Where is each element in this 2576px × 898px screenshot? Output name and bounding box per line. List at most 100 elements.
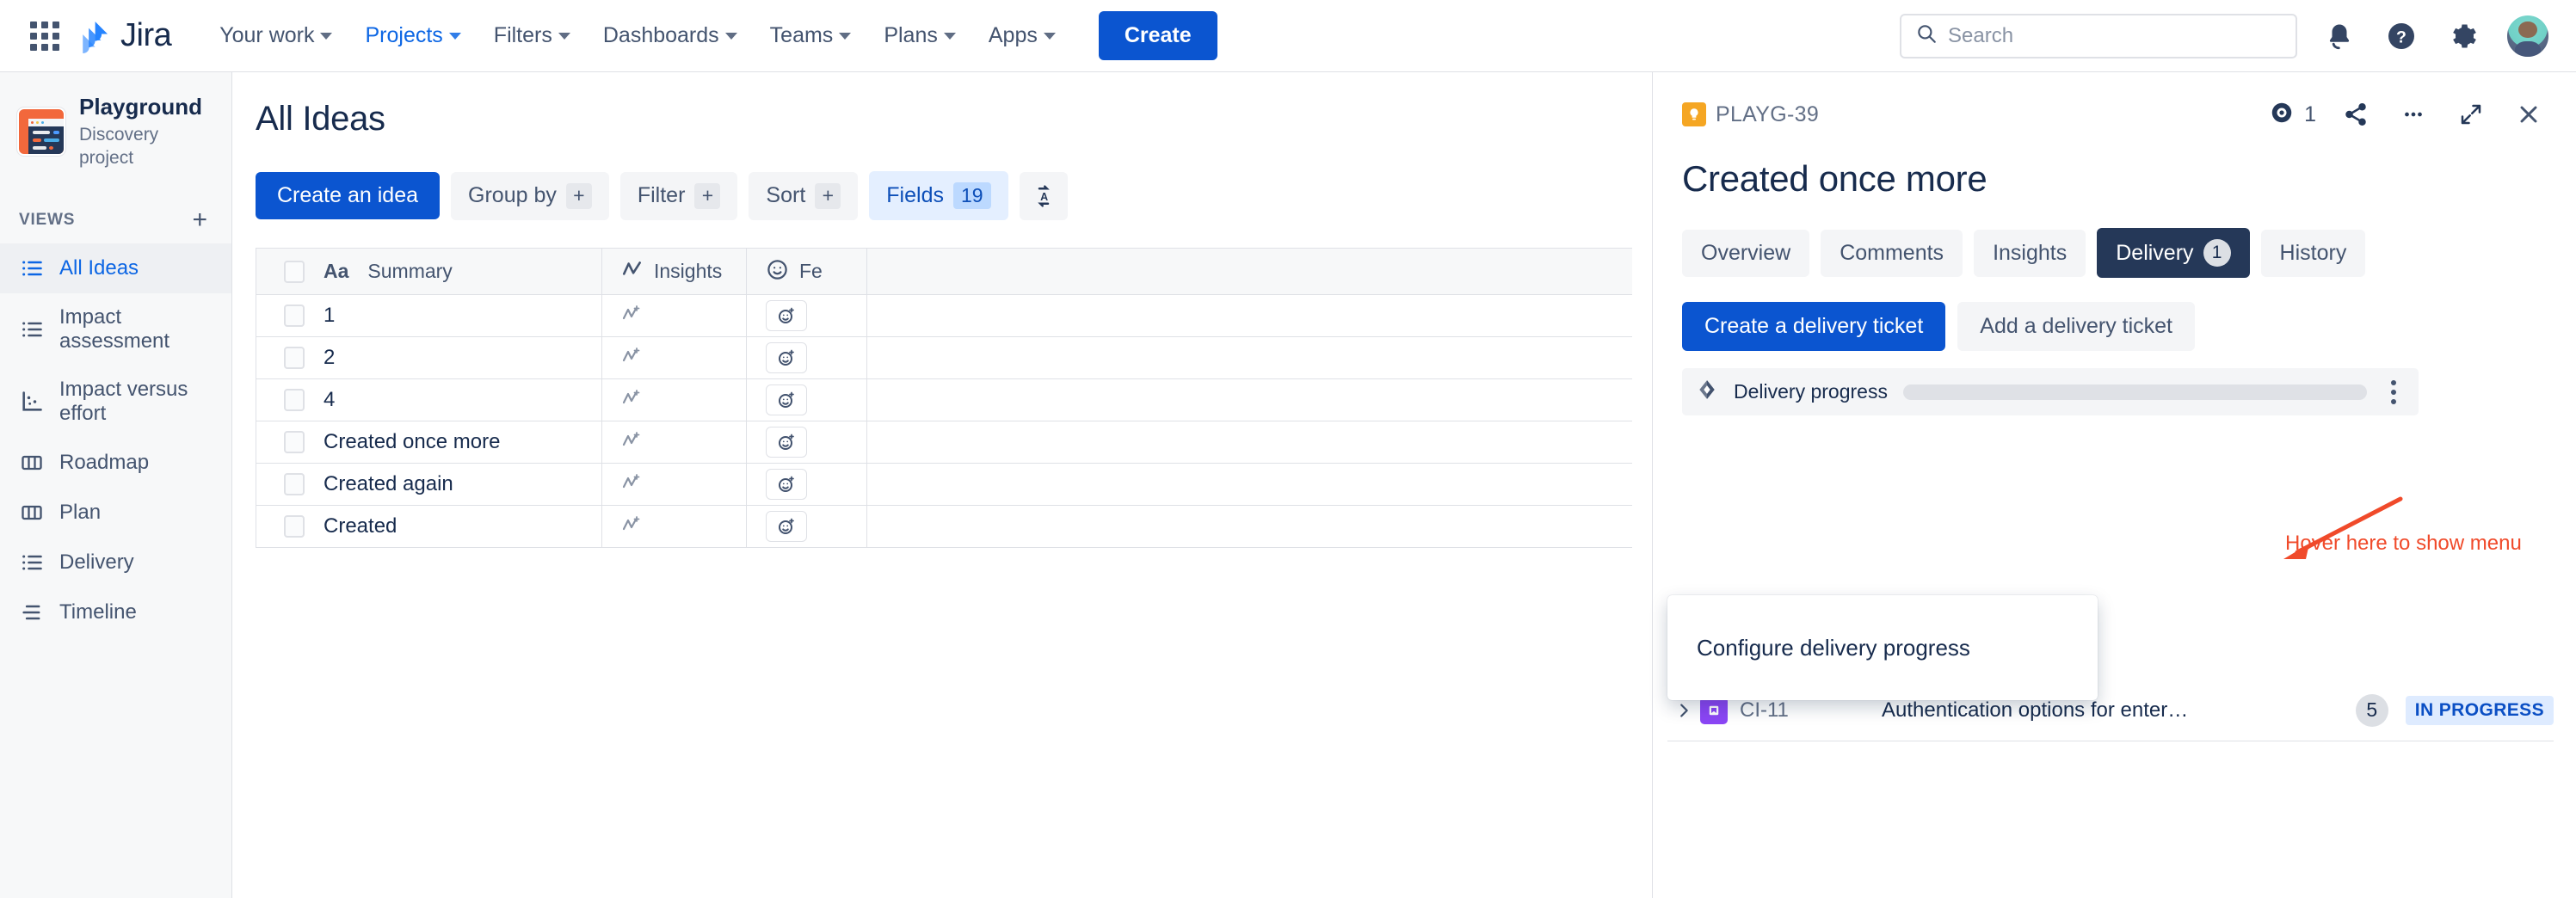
cell-insights[interactable]	[602, 506, 747, 547]
create-button[interactable]: Create	[1098, 11, 1217, 60]
table-row[interactable]: 4	[256, 379, 1632, 421]
row-checkbox[interactable]	[284, 304, 305, 327]
jira-logo-home-link[interactable]: Jira	[77, 17, 172, 54]
global-search-box[interactable]	[1900, 13, 2297, 58]
nav-item-plans[interactable]: Plans	[870, 15, 970, 57]
nav-item-filters[interactable]: Filters	[480, 15, 584, 57]
cell-feedback[interactable]	[747, 464, 867, 505]
close-icon[interactable]	[2511, 96, 2547, 132]
add-feedback-smiley-icon[interactable]	[766, 384, 807, 415]
cell-insights[interactable]	[602, 295, 747, 336]
cell-summary[interactable]: Created once more	[256, 421, 602, 463]
delivery-progress-bar[interactable]: Delivery progress	[1682, 368, 2419, 415]
ticket-key[interactable]: CI-11	[1740, 698, 1882, 723]
row-checkbox[interactable]	[284, 473, 305, 495]
tab-overview[interactable]: Overview	[1682, 229, 1810, 277]
help-icon[interactable]: ?	[2382, 16, 2421, 56]
cell-feedback[interactable]	[747, 506, 867, 547]
add-feedback-smiley-icon[interactable]	[766, 511, 807, 542]
table-row[interactable]: 2	[256, 337, 1632, 379]
more-actions-icon[interactable]	[2395, 96, 2431, 132]
add-view-button[interactable]: +	[187, 207, 213, 233]
row-checkbox[interactable]	[284, 389, 305, 411]
status-badge[interactable]: IN PROGRESS	[2405, 695, 2554, 725]
column-header-feedback[interactable]: Fe	[747, 249, 867, 294]
column-header-summary[interactable]: Aa Summary	[256, 249, 602, 294]
add-insight-icon[interactable]	[621, 388, 642, 413]
cell-summary[interactable]: 4	[256, 379, 602, 421]
nav-item-teams[interactable]: Teams	[756, 15, 866, 57]
add-insight-icon[interactable]	[621, 514, 642, 539]
cell-feedback[interactable]	[747, 379, 867, 421]
column-header-insights[interactable]: Insights	[602, 249, 747, 294]
sidebar-item-impact-versus-effort[interactable]: Impact versus effort	[0, 366, 231, 438]
sidebar-item-delivery[interactable]: Delivery	[0, 538, 231, 587]
cell-summary[interactable]: 2	[256, 337, 602, 378]
cell-feedback[interactable]	[747, 337, 867, 378]
cell-summary[interactable]: 1	[256, 295, 602, 336]
add-delivery-ticket-button[interactable]: Add a delivery ticket	[1957, 302, 2195, 351]
add-insight-icon[interactable]	[621, 472, 642, 497]
table-row[interactable]: Created again	[256, 464, 1632, 506]
search-input[interactable]	[1948, 23, 2282, 48]
ticket-summary[interactable]: Authentication options for enter…	[1882, 698, 2356, 723]
sort-button[interactable]: Sort +	[749, 171, 859, 220]
menu-item-configure-delivery-progress[interactable]: Configure delivery progress	[1667, 595, 2098, 700]
delivery-progress-label: Delivery progress	[1734, 380, 1888, 403]
table-row[interactable]: Created once more	[256, 421, 1632, 464]
idea-title[interactable]: Created once more	[1653, 132, 2576, 200]
notifications-bell-icon[interactable]	[2320, 16, 2359, 56]
add-feedback-smiley-icon[interactable]	[766, 342, 807, 373]
create-delivery-ticket-button[interactable]: Create a delivery ticket	[1682, 302, 1946, 351]
add-feedback-smiley-icon[interactable]	[766, 469, 807, 500]
fields-button[interactable]: Fields 19	[869, 171, 1008, 220]
auto-size-icon[interactable]: A	[1019, 171, 1068, 220]
issue-key-link[interactable]: PLAYG-39	[1682, 102, 1819, 127]
create-an-idea-button[interactable]: Create an idea	[256, 172, 441, 219]
tab-insights[interactable]: Insights	[1974, 229, 2086, 277]
cell-feedback[interactable]	[747, 421, 867, 463]
more-vertical-icon[interactable]	[2382, 379, 2405, 404]
cell-summary[interactable]: Created	[256, 506, 602, 547]
user-avatar[interactable]	[2505, 13, 2550, 58]
tab-delivery[interactable]: Delivery 1	[2097, 228, 2250, 278]
add-insight-icon[interactable]	[621, 304, 642, 329]
group-by-button[interactable]: Group by +	[451, 171, 609, 220]
cell-feedback[interactable]	[747, 295, 867, 336]
table-row[interactable]: Created	[256, 506, 1632, 548]
share-icon[interactable]	[2338, 96, 2374, 132]
select-all-checkbox[interactable]	[284, 260, 305, 283]
cell-insights[interactable]	[602, 464, 747, 505]
cell-insights[interactable]	[602, 421, 747, 463]
add-insight-icon[interactable]	[621, 346, 642, 371]
sidebar-item-timeline[interactable]: Timeline	[0, 587, 231, 637]
table-row[interactable]: 1	[256, 295, 1632, 337]
views-counter[interactable]: 1	[2269, 100, 2316, 130]
cell-insights[interactable]	[602, 337, 747, 378]
settings-gear-icon[interactable]	[2444, 16, 2483, 56]
nav-item-projects[interactable]: Projects	[351, 15, 474, 57]
tab-comments[interactable]: Comments	[1821, 229, 1963, 277]
cell-summary[interactable]: Created again	[256, 464, 602, 505]
add-feedback-smiley-icon[interactable]	[766, 427, 807, 458]
row-checkbox[interactable]	[284, 347, 305, 369]
row-checkbox[interactable]	[284, 431, 305, 453]
tab-history[interactable]: History	[2260, 229, 2366, 277]
chevron-right-icon[interactable]	[1667, 701, 1700, 720]
nav-item-apps[interactable]: Apps	[975, 15, 1069, 57]
add-insight-icon[interactable]	[621, 430, 642, 455]
sidebar-item-plan[interactable]: Plan	[0, 488, 231, 538]
add-feedback-smiley-icon[interactable]	[766, 300, 807, 331]
nav-item-your-work[interactable]: Your work	[206, 15, 346, 57]
apps-grid-icon[interactable]	[26, 17, 64, 55]
filter-button[interactable]: Filter +	[619, 171, 738, 220]
cell-insights[interactable]	[602, 379, 747, 421]
project-header[interactable]: Playground Discovery project	[0, 72, 231, 178]
nav-item-dashboards[interactable]: Dashboards	[589, 15, 751, 57]
sidebar-item-all-ideas[interactable]: All Ideas	[0, 243, 231, 294]
sidebar-item-impact-assessment[interactable]: Impact assessment	[0, 293, 231, 366]
sidebar-item-label: Impact versus effort	[59, 378, 188, 426]
row-checkbox[interactable]	[284, 515, 305, 538]
expand-icon[interactable]	[2453, 96, 2489, 132]
sidebar-item-roadmap[interactable]: Roadmap	[0, 438, 231, 488]
